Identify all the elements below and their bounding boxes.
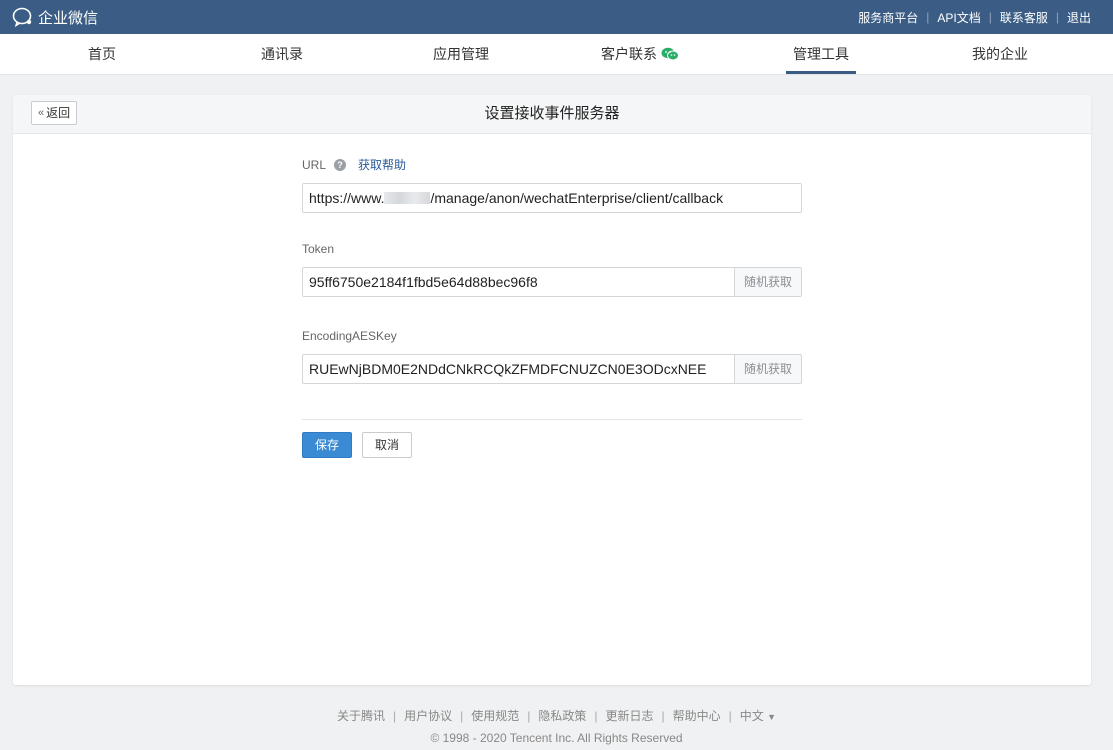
- aes-key-label: EncodingAESKey: [302, 329, 397, 343]
- url-label: URL: [302, 158, 327, 172]
- logo-text: 企业微信: [38, 9, 99, 27]
- logout-link[interactable]: 退出: [1067, 9, 1091, 26]
- form-divider: [302, 419, 802, 420]
- question-icon[interactable]: ?: [334, 159, 347, 171]
- nav-home[interactable]: 首页: [88, 34, 116, 74]
- card-header: « 返回 设置接收事件服务器: [13, 95, 1091, 134]
- token-label: Token: [302, 242, 335, 256]
- get-help-link[interactable]: 获取帮助: [358, 155, 406, 175]
- footer-privacy-link[interactable]: 隐私政策: [538, 709, 586, 723]
- nav-my-enterprise[interactable]: 我的企业: [972, 34, 1028, 74]
- wecom-logo-icon: [12, 7, 34, 27]
- separator: |: [1055, 10, 1059, 24]
- copyright: © 1998 - 2020 Tencent Inc. All Rights Re…: [430, 731, 683, 745]
- save-button[interactable]: 保存: [302, 432, 352, 458]
- aes-input-row: RUEwNjBDM0E2NDdCNkRCQkZFMDFCNUZCN0E3ODcx…: [302, 354, 802, 384]
- caret-down-icon: ▼: [767, 712, 777, 722]
- form-actions: 保存 取消: [302, 432, 802, 458]
- token-input[interactable]: 95ff6750e2184f1fbd5e64d88bec96f8: [302, 267, 734, 297]
- nav-admin-tools[interactable]: 管理工具: [786, 34, 856, 74]
- nav-contacts[interactable]: 通讯录: [261, 34, 303, 74]
- aes-label-row: EncodingAESKey: [302, 326, 802, 346]
- page-title: 设置接收事件服务器: [484, 105, 620, 122]
- cancel-button[interactable]: 取消: [362, 432, 412, 458]
- footer-links: 关于腾讯 | 用户协议 | 使用规范 | 隐私政策 | 更新日志 | 帮助中心 | 中文 ▼: [0, 706, 1113, 726]
- wechat-icon: [661, 36, 679, 76]
- footer: 关于腾讯 | 用户协议 | 使用规范 | 隐私政策 | 更新日志 | 帮助中心 | 中文 ▼ © 199…: [0, 706, 1113, 748]
- separator: |: [661, 709, 665, 723]
- language-label: 中文: [739, 709, 764, 723]
- api-docs-link[interactable]: API文档: [937, 9, 980, 26]
- url-input[interactable]: https://www. /manage/anon/wechatEnterpris…: [302, 183, 802, 213]
- redacted-domain: [384, 192, 431, 204]
- language-selector[interactable]: 中文 ▼: [740, 709, 776, 723]
- aes-key-input[interactable]: RUEwNjBDM0E2NDdCNkRCQkZFMDFCNUZCN0E3ODcx…: [302, 354, 734, 384]
- callback-form: URL ? 获取帮助 https://www. /manage/anon/wech…: [302, 155, 802, 458]
- top-links: 服务商平台 | API文档 | 联系客服 | 退出: [858, 0, 1091, 34]
- main-nav: 首页 通讯录 应用管理 客户联系 管理工具 我的企业: [0, 34, 1113, 75]
- nav-customer-contact-label: 客户联系: [601, 46, 657, 62]
- footer-about-link[interactable]: 关于腾讯: [337, 709, 385, 723]
- aes-random-button[interactable]: 随机获取: [734, 354, 802, 384]
- settings-card: « 返回 设置接收事件服务器 URL ? 获取帮助 https://www. /m…: [13, 95, 1091, 685]
- url-prefix: https://www.: [309, 190, 385, 206]
- url-input-row: https://www. /manage/anon/wechatEnterpris…: [302, 183, 802, 213]
- nav-app-management[interactable]: 应用管理: [433, 34, 489, 74]
- token-label-row: Token: [302, 239, 802, 259]
- separator: |: [527, 709, 531, 723]
- top-bar: 企业微信 服务商平台 | API文档 | 联系客服 | 退出: [0, 0, 1113, 34]
- separator: |: [728, 709, 732, 723]
- url-suffix: /manage/anon/wechatEnterprise/client/cal…: [430, 190, 724, 206]
- footer-changelog-link[interactable]: 更新日志: [606, 709, 654, 723]
- token-random-button[interactable]: 随机获取: [734, 267, 802, 297]
- nav-customer-contact[interactable]: 客户联系: [601, 34, 679, 74]
- separator: |: [594, 709, 598, 723]
- logo[interactable]: 企业微信: [12, 7, 98, 27]
- service-provider-link[interactable]: 服务商平台: [858, 9, 918, 26]
- separator: |: [988, 10, 992, 24]
- url-label-row: URL ? 获取帮助: [302, 155, 802, 175]
- footer-usage-link[interactable]: 使用规范: [471, 709, 519, 723]
- separator: |: [460, 709, 464, 723]
- separator: |: [926, 10, 930, 24]
- contact-support-link[interactable]: 联系客服: [1000, 9, 1048, 26]
- footer-help-center-link[interactable]: 帮助中心: [673, 709, 721, 723]
- footer-terms-link[interactable]: 用户协议: [404, 709, 452, 723]
- token-input-row: 95ff6750e2184f1fbd5e64d88bec96f8 随机获取: [302, 267, 802, 297]
- separator: |: [392, 709, 397, 723]
